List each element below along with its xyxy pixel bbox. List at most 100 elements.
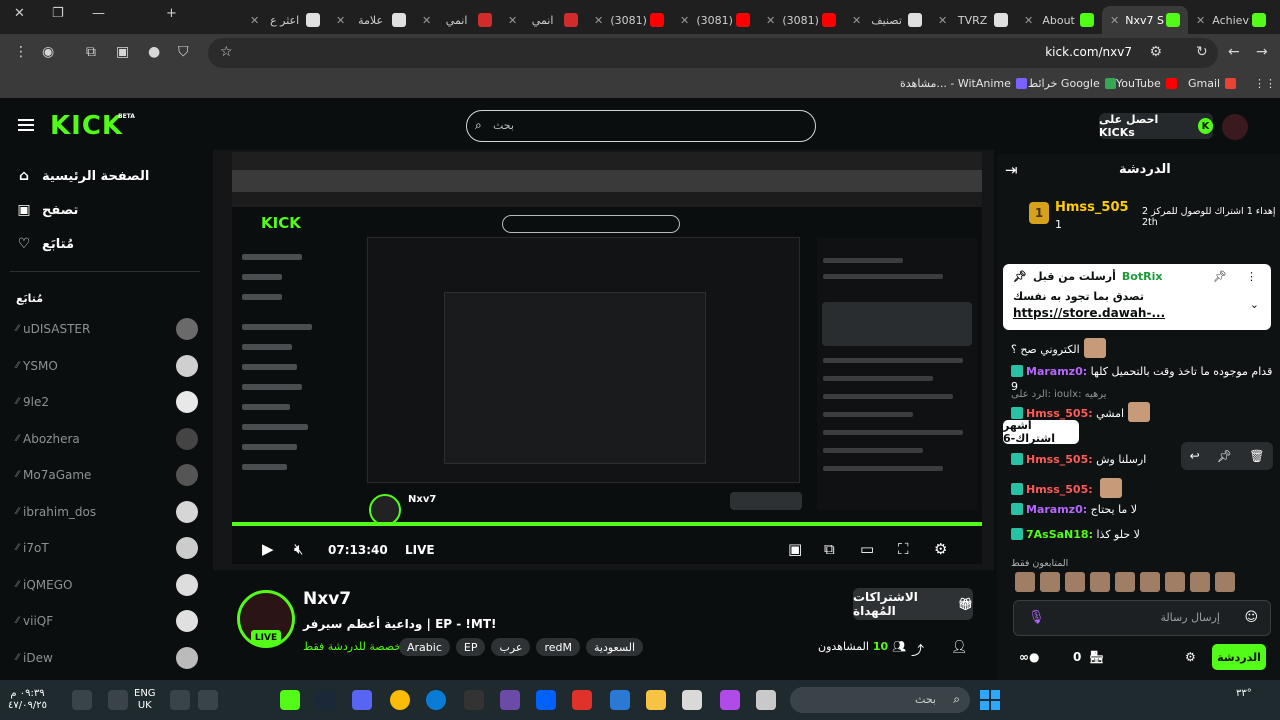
browser-tab[interactable]: تصنيف ✕: [844, 6, 930, 34]
get-kicks-button[interactable]: احصل على KICKs K: [1099, 113, 1213, 139]
more-icon[interactable]: ⋮: [1246, 270, 1257, 283]
browser-tab[interactable]: علامة ✕: [328, 6, 414, 34]
browser-tab[interactable]: TVRZ ✕: [930, 6, 1016, 34]
nav-home[interactable]: ⌂ الصفحة الرئيسية: [16, 168, 149, 184]
pip-icon[interactable]: ▣: [788, 540, 802, 558]
browser-tab[interactable]: (3081) ✕: [672, 6, 758, 34]
browser-tab[interactable]: Nxv7 S ✕: [1102, 6, 1188, 34]
chat-message[interactable]: 7AsSaN18: لا حلو كذا: [1011, 527, 1273, 542]
close-tab-icon[interactable]: ✕: [1110, 14, 1119, 27]
new-tab-icon[interactable]: +: [166, 6, 177, 21]
emoji-icon[interactable]: ☺: [1244, 610, 1258, 625]
emote[interactable]: [1140, 572, 1160, 592]
bookmark-google-maps[interactable]: خرائط Google: [1028, 77, 1116, 90]
task-view-icon[interactable]: [756, 690, 776, 710]
chat-username[interactable]: Hmss_505:: [1026, 453, 1093, 466]
chat-settings-icon[interactable]: ⚙: [1185, 650, 1196, 664]
sidebar-channel[interactable]: ⁄⁄ iDew: [16, 646, 198, 669]
leader-name[interactable]: Hmss_505: [1055, 200, 1129, 215]
close-tab-icon[interactable]: ✕: [1196, 14, 1205, 27]
close-tab-icon[interactable]: ✕: [594, 14, 603, 27]
chat-username[interactable]: Maramz0:: [1026, 503, 1087, 516]
extension-icon[interactable]: ◉: [42, 44, 54, 60]
pinned-link[interactable]: https://store.dawah-...: [1013, 306, 1165, 320]
edge-icon[interactable]: [426, 690, 446, 710]
settings-gear-icon[interactable]: ⚙: [934, 540, 947, 558]
reply-icon[interactable]: ↩: [1190, 449, 1200, 463]
close-tab-icon[interactable]: ✕: [852, 14, 861, 27]
chat-message[interactable]: Maramz0: لا ما يحتاج: [1011, 502, 1273, 517]
close-tab-icon[interactable]: ✕: [680, 14, 689, 27]
emote[interactable]: [1090, 572, 1110, 592]
emote[interactable]: [1165, 572, 1185, 592]
streamer-name[interactable]: Nxv7: [303, 589, 351, 609]
bookmark-gmail[interactable]: Gmail: [1188, 77, 1237, 90]
chat-input[interactable]: 🎙︎ إرسال رسالة ☺: [1013, 600, 1271, 636]
browser-tab[interactable]: About ✕: [1016, 6, 1102, 34]
app-icon[interactable]: [572, 690, 592, 710]
battery-icon[interactable]: [72, 690, 92, 710]
live-progress-bar[interactable]: [232, 522, 982, 526]
epic-games-icon[interactable]: [464, 690, 484, 710]
chevron-up-icon[interactable]: [198, 690, 218, 710]
bookmarks-grid-icon[interactable]: ⋮⋮: [1254, 77, 1276, 90]
store-icon[interactable]: [646, 690, 666, 710]
collapse-chat-icon[interactable]: ⇥: [1005, 161, 1018, 179]
microphone-icon[interactable]: 🎙︎: [1028, 610, 1045, 625]
nav-following[interactable]: ♡ مُتابَع: [16, 236, 74, 252]
gifted-subs-button[interactable]: الاشتراكات المُهداة 🎁︎: [853, 588, 973, 620]
emote[interactable]: [1065, 572, 1085, 592]
emote[interactable]: [1015, 572, 1035, 592]
browser-tab[interactable]: Achiev ✕: [1188, 6, 1274, 34]
browser-tab[interactable]: (3081) ✕: [758, 6, 844, 34]
copilot-icon[interactable]: [720, 690, 740, 710]
sidebar-channel[interactable]: ⁄⁄ Abozhera: [16, 427, 198, 450]
app-icon[interactable]: [500, 690, 520, 710]
hamburger-menu-icon[interactable]: [18, 119, 34, 131]
restore-window-icon[interactable]: ❐: [52, 6, 64, 21]
weather-temp[interactable]: ٣٣°: [1236, 688, 1252, 700]
infinity-icon[interactable]: ∞●: [1019, 650, 1039, 664]
mute-icon[interactable]: 🔇︎: [294, 540, 303, 558]
forward-icon[interactable]: →: [1256, 44, 1268, 60]
close-tab-icon[interactable]: ✕: [1024, 14, 1033, 27]
emote[interactable]: [1190, 572, 1210, 592]
chrome-icon[interactable]: [390, 690, 410, 710]
unpin-icon[interactable]: 📌︎: [1213, 270, 1227, 283]
close-tab-icon[interactable]: ✕: [422, 14, 431, 27]
language-indicator[interactable]: ENG UK: [134, 688, 156, 712]
close-tab-icon[interactable]: ✕: [938, 14, 947, 27]
user-avatar[interactable]: [1222, 114, 1248, 140]
extension-icon[interactable]: ▣: [116, 44, 129, 60]
follow-user-icon[interactable]: 👤︎: [951, 640, 968, 655]
pin-message-icon[interactable]: 📌︎: [1217, 449, 1232, 463]
discord-icon[interactable]: [352, 690, 372, 710]
play-icon[interactable]: ▶: [262, 540, 274, 558]
fullscreen-icon[interactable]: ⛶: [898, 540, 909, 558]
address-field[interactable]: ☆ kick.com/nxv7 ⚙: [208, 38, 1218, 68]
browser-tab[interactable]: انمي ✕: [414, 6, 500, 34]
chat-username[interactable]: Maramz0:: [1026, 365, 1087, 378]
file-explorer-icon[interactable]: [682, 690, 702, 710]
sidebar-channel[interactable]: ⁄⁄ uDISASTER: [16, 318, 198, 340]
taskbar-clock[interactable]: ٠٩:٣٩ م ٤٧/٠٩/٢٥: [8, 688, 47, 712]
microphone-icon[interactable]: [170, 690, 190, 710]
store-icon[interactable]: 🏪︎: [1089, 650, 1104, 664]
sidebar-channel[interactable]: ⁄⁄ Mo7aGame: [16, 464, 198, 486]
browser-tab[interactable]: انمي ✕: [500, 6, 586, 34]
delete-icon[interactable]: 🗑︎: [1249, 449, 1264, 463]
close-tab-icon[interactable]: ✕: [508, 14, 517, 27]
video-player[interactable]: KICK Nxv7 ▶ 🔇︎ 07:13:40 LIVE ▣ ⧉ ▭ ⛶ ⚙: [213, 150, 994, 570]
clip-icon[interactable]: ⧉: [824, 540, 835, 558]
emote[interactable]: [1040, 572, 1060, 592]
sidebar-channel[interactable]: ⁄⁄ iQMEGO: [16, 573, 198, 596]
chat-username[interactable]: 7AsSaN18:: [1026, 528, 1093, 541]
extensions-puzzle-icon[interactable]: ⧉: [86, 44, 96, 60]
chat-message[interactable]: الكتروني صح ؟: [1011, 338, 1273, 358]
reload-icon[interactable]: ↻: [1196, 44, 1208, 60]
chevron-down-icon[interactable]: ⌄: [1250, 298, 1259, 311]
sidebar-channel[interactable]: ⁄⁄ i7oT: [16, 537, 198, 559]
back-icon[interactable]: ←: [1228, 44, 1240, 60]
emote[interactable]: [1115, 572, 1135, 592]
dropbox-icon[interactable]: [536, 690, 556, 710]
